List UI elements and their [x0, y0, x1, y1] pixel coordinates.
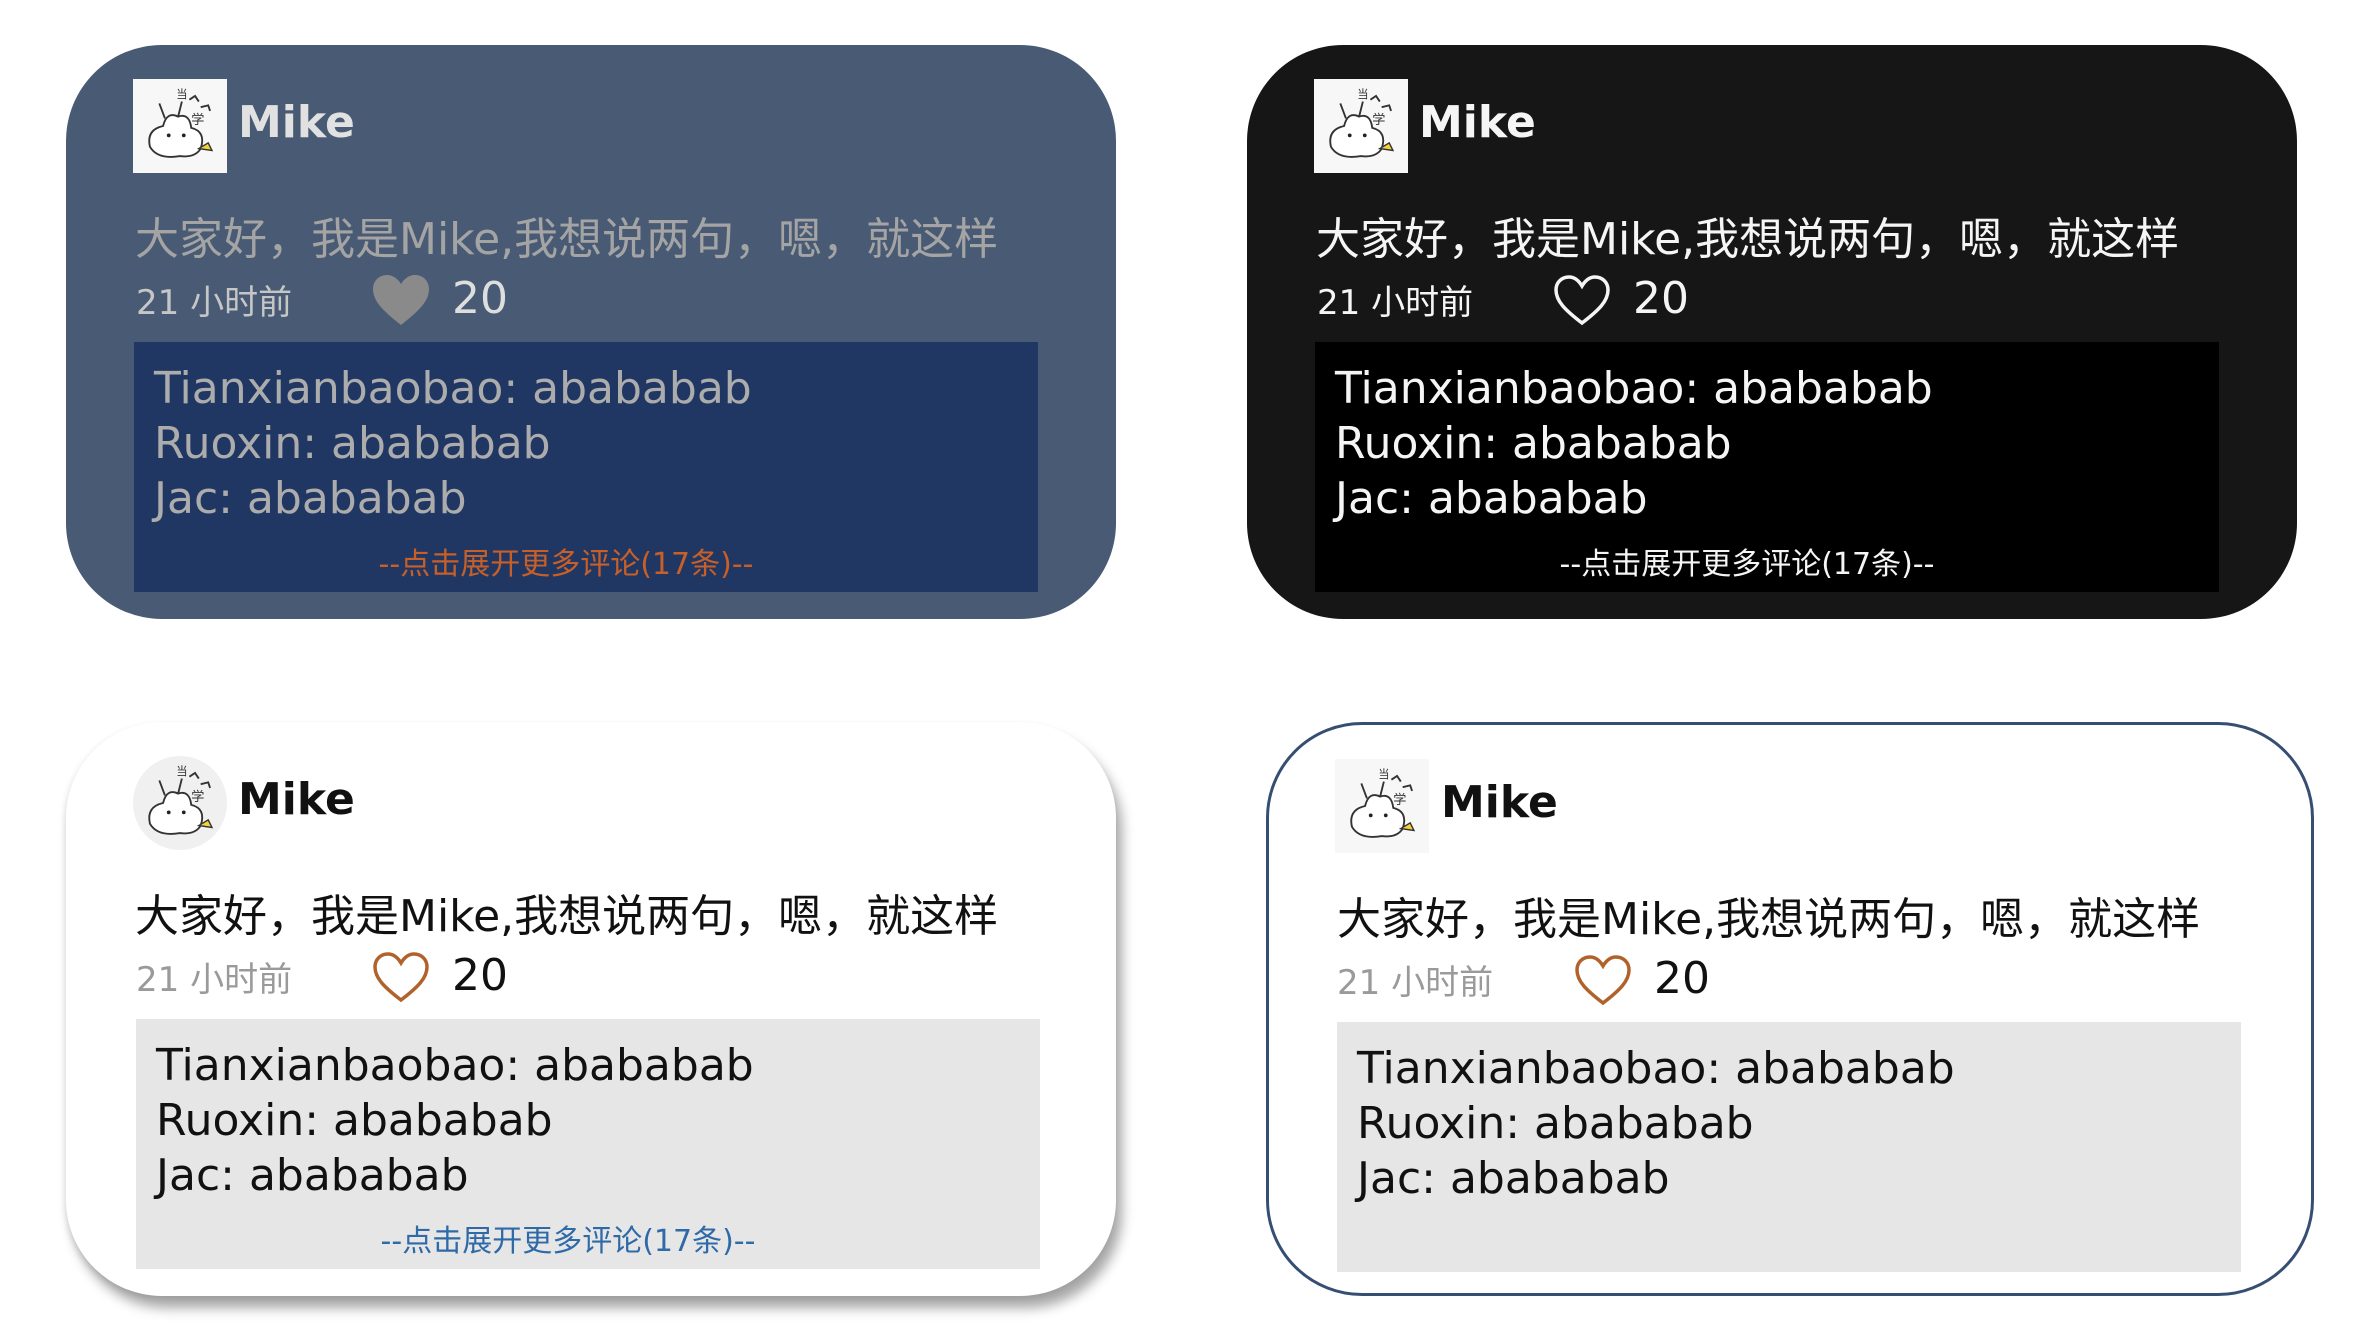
comments-panel: Tianxianbaobao: abababab Ruoxin: abababa…: [1315, 342, 2219, 592]
avatar[interactable]: 学 当: [133, 756, 227, 850]
expand-comments-link[interactable]: --点击展开更多评论(17条)--: [1315, 540, 2219, 590]
like-count: 20: [1654, 953, 1710, 1004]
heart-outline-icon[interactable]: [371, 950, 431, 1004]
svg-text:学: 学: [1372, 112, 1385, 128]
username[interactable]: Mike: [238, 774, 355, 825]
avatar[interactable]: 学 当: [133, 79, 227, 173]
username[interactable]: Mike: [1441, 777, 1558, 828]
svg-text:当: 当: [176, 764, 187, 778]
post-card-light-shadow: 学 当 Mike 大家好，我是Mike,我想说两句，嗯，就这样 21 小时前 2…: [66, 722, 1116, 1296]
svg-text:当: 当: [176, 87, 187, 101]
comment-item: Tianxianbaobao: abababab: [1335, 363, 1933, 414]
heart-filled-icon[interactable]: [371, 273, 431, 327]
svg-text:当: 当: [1378, 767, 1389, 781]
post-card-slate: 学 当 Mike 大家好，我是Mike,我想说两句，嗯，就这样 21 小时前 2…: [66, 45, 1116, 619]
post-time: 21 小时前: [1317, 283, 1474, 323]
comment-item: Jac: abababab: [1357, 1153, 1670, 1204]
avatar[interactable]: 学 当: [1335, 759, 1429, 853]
comment-item: Jac: abababab: [156, 1150, 469, 1201]
post-text: 大家好，我是Mike,我想说两句，嗯，就这样: [135, 891, 999, 942]
post-card-dark: 学 当 Mike 大家好，我是Mike,我想说两句，嗯，就这样 21 小时前 2…: [1247, 45, 2297, 619]
comment-item: Ruoxin: abababab: [1357, 1098, 1754, 1149]
post-time: 21 小时前: [136, 960, 293, 1000]
post-text: 大家好，我是Mike,我想说两句，嗯，就这样: [1316, 214, 2180, 265]
expand-comments-link[interactable]: --点击展开更多评论(17条)--: [134, 540, 1038, 590]
post-card-light-outlined: 学 当 Mike 大家好，我是Mike,我想说两句，嗯，就这样 21 小时前 2…: [1266, 722, 2314, 1296]
cartoon-bunny-avatar-icon: 学 当: [1335, 759, 1429, 853]
comments-panel: Tianxianbaobao: abababab Ruoxin: abababa…: [1337, 1022, 2241, 1272]
svg-text:当: 当: [1357, 87, 1368, 101]
svg-text:学: 学: [1393, 792, 1406, 808]
like-count: 20: [452, 273, 508, 324]
comments-panel: Tianxianbaobao: abababab Ruoxin: abababa…: [136, 1019, 1040, 1269]
avatar[interactable]: 学 当: [1314, 79, 1408, 173]
svg-text:学: 学: [191, 789, 204, 805]
comment-item: Tianxianbaobao: abababab: [1357, 1043, 1955, 1094]
like-count: 20: [1633, 273, 1689, 324]
comment-item: Tianxianbaobao: abababab: [156, 1040, 754, 1091]
comment-item: Tianxianbaobao: abababab: [154, 363, 752, 414]
comment-item: Ruoxin: abababab: [154, 418, 551, 469]
comment-item: Ruoxin: abababab: [1335, 418, 1732, 469]
expand-comments-link[interactable]: --点击展开更多评论(17条)--: [136, 1217, 1040, 1267]
post-time: 21 小时前: [136, 283, 293, 323]
post-text: 大家好，我是Mike,我想说两句，嗯，就这样: [1337, 894, 2201, 945]
cartoon-bunny-avatar-icon: 学 当: [133, 79, 227, 173]
post-text: 大家好，我是Mike,我想说两句，嗯，就这样: [135, 214, 999, 265]
cartoon-bunny-avatar-icon: 学 当: [133, 756, 227, 850]
comment-item: Jac: abababab: [1335, 473, 1648, 524]
svg-text:学: 学: [191, 112, 204, 128]
comment-item: Ruoxin: abababab: [156, 1095, 553, 1146]
like-count: 20: [452, 950, 508, 1001]
comments-panel: Tianxianbaobao: abababab Ruoxin: abababa…: [134, 342, 1038, 592]
heart-outline-icon[interactable]: [1552, 273, 1612, 327]
post-time: 21 小时前: [1337, 963, 1494, 1003]
heart-outline-icon[interactable]: [1573, 953, 1633, 1007]
username[interactable]: Mike: [238, 97, 355, 148]
comment-item: Jac: abababab: [154, 473, 467, 524]
cartoon-bunny-avatar-icon: 学 当: [1314, 79, 1408, 173]
username[interactable]: Mike: [1419, 97, 1536, 148]
